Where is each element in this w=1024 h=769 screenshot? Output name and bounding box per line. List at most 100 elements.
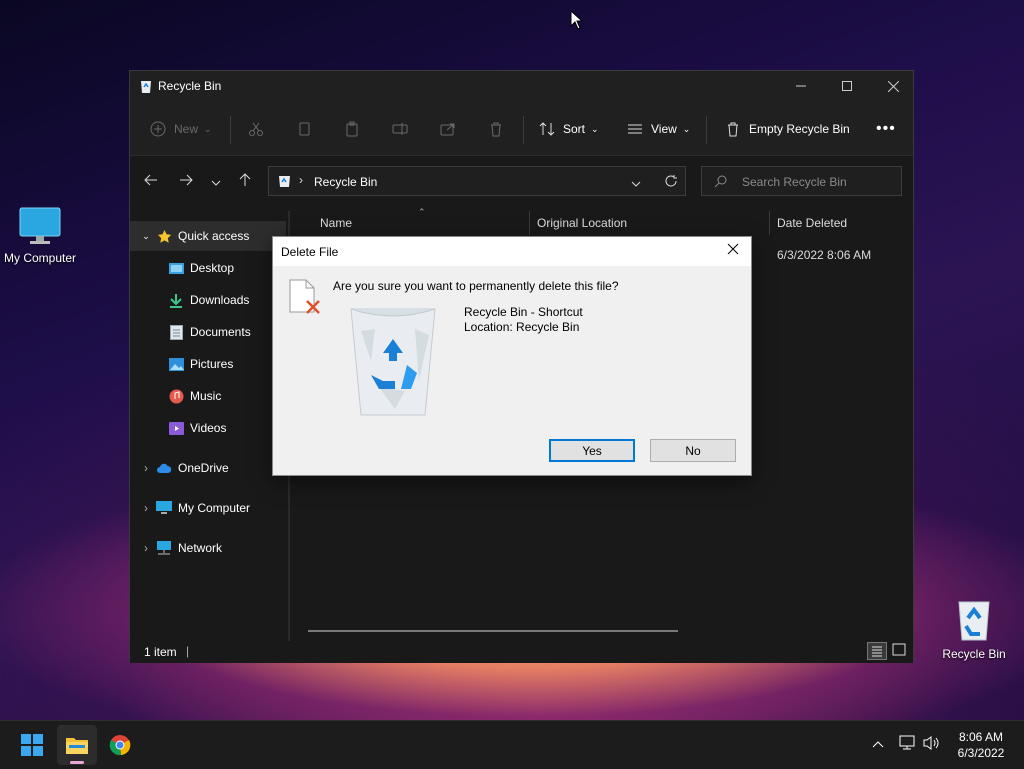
no-button[interactable]: No	[650, 439, 736, 462]
minimize-button[interactable]	[778, 71, 824, 101]
dialog-title-bar: Delete File	[273, 237, 751, 266]
trash-icon	[728, 122, 738, 137]
view-button[interactable]: View ⌄	[627, 115, 690, 143]
details-view-icon	[872, 646, 882, 657]
column-divider[interactable]	[529, 211, 530, 235]
chevron-up-icon	[872, 741, 884, 748]
column-header-date-deleted[interactable]: Date Deleted	[777, 216, 847, 230]
dialog-question: Are you sure you want to permanently del…	[333, 279, 619, 293]
maximize-button[interactable]	[824, 71, 870, 101]
trash-icon	[491, 122, 501, 137]
volume-button[interactable]	[922, 735, 940, 754]
back-button[interactable]	[144, 174, 158, 189]
tiles-view-button[interactable]	[890, 642, 910, 660]
refresh-button[interactable]	[664, 174, 678, 191]
rename-icon	[392, 123, 408, 135]
sort-icon	[539, 122, 555, 136]
sort-label: Sort	[563, 122, 586, 136]
sidebar-item-pictures[interactable]: Pictures	[130, 349, 286, 379]
sidebar-item-label: Downloads	[190, 293, 250, 307]
sidebar-item-my-computer[interactable]: › My Computer	[130, 493, 286, 523]
network-icon	[156, 540, 172, 556]
sidebar-item-videos[interactable]: Videos	[130, 413, 286, 443]
sidebar-item-network[interactable]: › Network	[130, 533, 286, 563]
more-icon: •••	[876, 120, 896, 137]
more-options-button[interactable]: •••	[876, 115, 896, 143]
sidebar-item-desktop[interactable]: Desktop	[130, 253, 286, 283]
clock[interactable]: 8:06 AM 6/3/2022	[948, 729, 1014, 761]
desktop-folder-icon	[168, 260, 184, 276]
yes-button[interactable]: Yes	[549, 439, 635, 462]
sidebar-item-music[interactable]: Music	[130, 381, 286, 411]
speaker-icon	[923, 736, 939, 750]
recycle-bin-small-icon	[141, 81, 151, 93]
search-icon	[714, 175, 727, 188]
sidebar-item-label: Network	[178, 541, 223, 555]
videos-icon	[168, 420, 184, 436]
close-icon	[887, 80, 899, 92]
dialog-close-button[interactable]	[727, 243, 739, 258]
delete-file-dialog: Delete File Are you sure you want to per…	[272, 236, 752, 476]
desktop-icon-recycle-bin[interactable]: Recycle Bin	[934, 596, 1014, 661]
start-button[interactable]	[21, 734, 43, 759]
chevron-right-icon: ›	[144, 461, 148, 475]
cloud-icon	[156, 460, 172, 476]
up-button[interactable]	[239, 173, 251, 190]
network-tray-button[interactable]	[898, 735, 916, 754]
copy-icon	[299, 122, 310, 136]
chevron-down-icon: ⌄	[204, 123, 212, 134]
download-icon	[168, 292, 184, 308]
item-count: 1 item	[144, 645, 177, 659]
windows-logo-icon	[21, 734, 43, 756]
column-divider[interactable]	[769, 211, 770, 235]
taskbar: 8:06 AM 6/3/2022	[0, 720, 1024, 769]
column-header-name[interactable]: Name	[320, 216, 352, 230]
dialog-file-name: Recycle Bin - Shortcut	[464, 305, 583, 319]
forward-button[interactable]	[179, 174, 193, 189]
details-view-button[interactable]	[867, 642, 887, 660]
sidebar-item-label: Documents	[190, 325, 251, 339]
scissors-icon	[249, 122, 263, 136]
delete-button[interactable]	[488, 115, 504, 143]
new-button[interactable]: New ⌄	[150, 115, 212, 143]
minimize-icon	[796, 85, 806, 87]
navigation-pane: ⌄ Quick access Desktop Downloads Documen…	[130, 211, 288, 641]
desktop-icon-my-computer[interactable]: My Computer	[0, 206, 80, 265]
address-bar[interactable]: › Recycle Bin	[268, 166, 686, 196]
close-button[interactable]	[870, 71, 916, 101]
search-placeholder: Search Recycle Bin	[742, 175, 847, 189]
sort-button[interactable]: Sort ⌄	[539, 115, 599, 143]
column-header-original-location[interactable]: Original Location	[537, 216, 627, 230]
copy-button[interactable]	[296, 115, 312, 143]
recent-locations-button[interactable]	[211, 176, 221, 190]
chrome-icon	[109, 735, 131, 756]
sidebar-item-documents[interactable]: Documents	[130, 317, 286, 347]
empty-recycle-bin-button[interactable]: Empty Recycle Bin	[725, 115, 850, 143]
title-bar: Recycle Bin	[130, 71, 913, 103]
sidebar-item-quick-access[interactable]: ⌄ Quick access	[130, 221, 286, 251]
recycle-bin-icon	[958, 601, 990, 641]
paste-icon	[346, 121, 358, 137]
rename-button[interactable]	[392, 115, 408, 143]
file-explorer-taskbar-button[interactable]	[57, 725, 97, 765]
paste-button[interactable]	[344, 115, 360, 143]
dialog-title: Delete File	[281, 245, 339, 259]
clock-date: 6/3/2022	[957, 746, 1005, 760]
sidebar-item-onedrive[interactable]: › OneDrive	[130, 453, 286, 483]
divider	[523, 116, 524, 144]
search-input[interactable]: Search Recycle Bin	[701, 166, 902, 196]
arrow-right-icon	[180, 174, 193, 186]
sidebar-item-downloads[interactable]: Downloads	[130, 285, 286, 315]
cut-button[interactable]	[248, 115, 264, 143]
sidebar-item-label: Music	[190, 389, 222, 403]
pictures-icon	[168, 356, 184, 372]
show-hidden-icons-button[interactable]	[872, 737, 884, 751]
share-icon	[440, 123, 455, 136]
sidebar-item-label: Pictures	[190, 357, 234, 371]
horizontal-scrollbar[interactable]	[308, 630, 678, 632]
share-button[interactable]	[440, 115, 456, 143]
chrome-taskbar-button[interactable]	[109, 734, 131, 759]
status-bar: 1 item |	[130, 641, 913, 663]
chevron-right-icon: ›	[144, 501, 148, 515]
address-dropdown-button[interactable]	[631, 177, 641, 191]
